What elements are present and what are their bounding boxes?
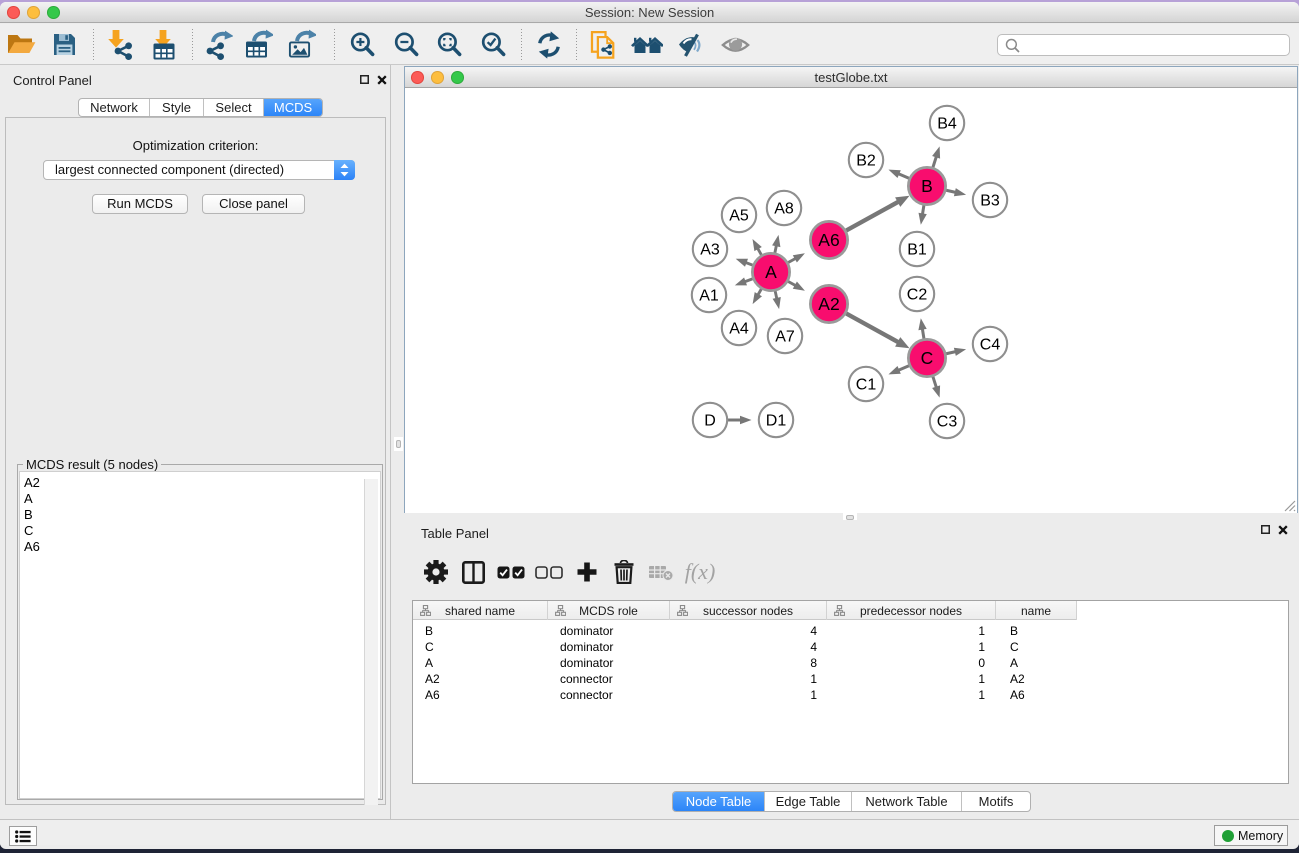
svg-text:B2: B2 xyxy=(856,153,876,170)
svg-text:A4: A4 xyxy=(729,321,749,338)
svg-text:B: B xyxy=(921,176,933,196)
svg-text:A7: A7 xyxy=(775,329,795,346)
svg-text:A2: A2 xyxy=(818,294,839,314)
svg-text:B4: B4 xyxy=(937,116,957,133)
svg-text:D: D xyxy=(704,413,716,430)
svg-text:A: A xyxy=(765,262,777,282)
svg-text:A6: A6 xyxy=(818,230,839,250)
svg-text:C2: C2 xyxy=(907,287,928,304)
svg-text:A1: A1 xyxy=(699,288,719,305)
svg-text:D1: D1 xyxy=(766,413,787,430)
svg-text:B3: B3 xyxy=(980,193,1000,210)
svg-text:C3: C3 xyxy=(937,414,958,431)
svg-text:A8: A8 xyxy=(774,201,794,218)
svg-text:A5: A5 xyxy=(729,208,749,225)
svg-text:A3: A3 xyxy=(700,242,720,259)
svg-text:C1: C1 xyxy=(856,377,877,394)
svg-text:C: C xyxy=(921,348,934,368)
svg-text:C4: C4 xyxy=(980,337,1001,354)
svg-text:B1: B1 xyxy=(907,242,927,259)
